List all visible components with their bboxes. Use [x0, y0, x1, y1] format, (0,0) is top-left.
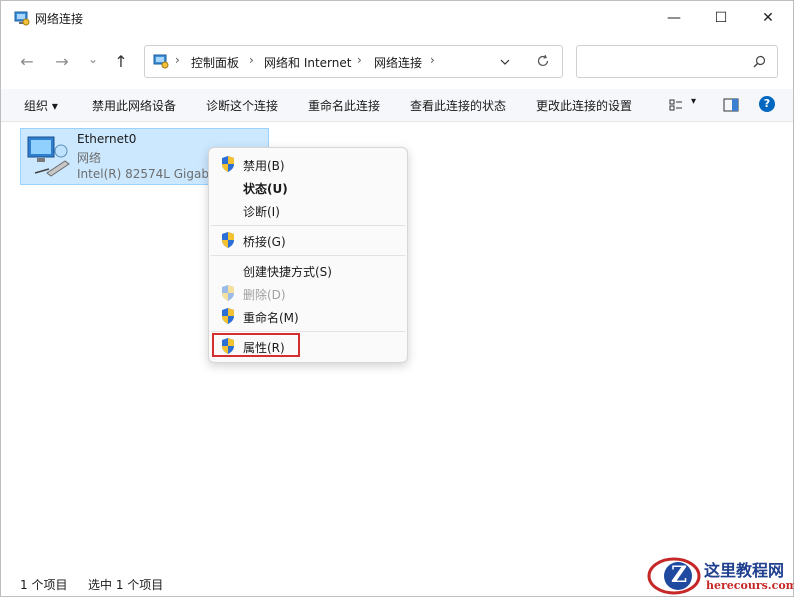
recent-locations-button[interactable]: ⌄ [81, 47, 105, 71]
context-menu: 禁用(B) 状态(U) 诊断(I) 桥接(G) 创建快捷方式(S) 删除(D) … [208, 147, 408, 363]
refresh-icon[interactable] [536, 54, 550, 68]
organize-menu[interactable]: 组织 ▾ [24, 97, 58, 114]
minimize-button[interactable]: — [651, 1, 697, 35]
diagnose-connection-button[interactable]: 诊断这个连接 [206, 97, 278, 114]
logo-letter: Z [670, 562, 688, 588]
preview-pane-icon[interactable] [723, 98, 739, 112]
network-connections-window: 网络连接 — ☐ ✕ ← → ⌄ ↑ › 控制面板 › 网络和 Internet… [0, 0, 794, 597]
connection-type: 网络 [77, 151, 102, 165]
menu-label: 禁用(B) [243, 159, 285, 173]
menu-item-create-shortcut[interactable]: 创建快捷方式(S) [209, 259, 407, 281]
search-input[interactable] [576, 45, 778, 78]
watermark-text: 这里教程网 [704, 561, 785, 580]
item-count: 1 个项目 [20, 578, 68, 592]
uac-shield-icon [222, 232, 234, 248]
title-bar[interactable]: 网络连接 — ☐ ✕ [1, 1, 793, 35]
search-icon [753, 55, 766, 68]
uac-shield-icon [222, 308, 234, 324]
help-icon[interactable]: ? [759, 96, 775, 112]
network-folder-icon [14, 11, 30, 26]
connection-adapter: Intel(R) 82574L Gigabit [77, 167, 218, 181]
menu-label: 删除(D) [243, 288, 286, 302]
window-title: 网络连接 [35, 12, 84, 26]
breadcrumb-network-connections[interactable]: 网络连接 [374, 54, 422, 71]
connection-name: Ethernet0 [77, 132, 137, 146]
forward-button[interactable]: → [50, 49, 74, 73]
menu-label: 重命名(M) [243, 311, 299, 325]
breadcrumb-separator: › [357, 53, 362, 67]
menu-label: 状态(U) [243, 182, 288, 196]
address-bar[interactable]: › 控制面板 › 网络和 Internet › 网络连接 › [144, 45, 563, 78]
watermark-url: herecours.com [706, 579, 794, 592]
view-dropdown[interactable]: ▾ [691, 96, 696, 107]
breadcrumb-separator: › [249, 53, 254, 67]
address-dropdown-icon[interactable] [499, 56, 511, 68]
view-options-icon[interactable] [669, 98, 683, 112]
close-button[interactable]: ✕ [745, 1, 791, 35]
menu-item-delete: 删除(D) [209, 282, 407, 304]
command-toolbar: 组织 ▾ 禁用此网络设备 诊断这个连接 重命名此连接 查看此连接的状态 更改此连… [1, 89, 793, 122]
back-button[interactable]: ← [15, 49, 39, 73]
menu-item-status[interactable]: 状态(U) [209, 176, 407, 198]
disable-device-button[interactable]: 禁用此网络设备 [92, 97, 176, 114]
maximize-button[interactable]: ☐ [698, 1, 744, 35]
up-button[interactable]: ↑ [109, 49, 133, 73]
network-adapter-icon [27, 136, 70, 177]
menu-item-disable[interactable]: 禁用(B) [209, 153, 407, 175]
breadcrumb-separator: › [430, 53, 435, 67]
menu-item-rename[interactable]: 重命名(M) [209, 305, 407, 327]
selected-count: 选中 1 个项目 [88, 578, 164, 592]
view-status-button[interactable]: 查看此连接的状态 [410, 97, 506, 114]
rename-connection-button[interactable]: 重命名此连接 [308, 97, 380, 114]
menu-separator [211, 331, 405, 332]
menu-separator [211, 225, 405, 226]
properties-highlight-box [212, 333, 300, 357]
menu-label: 诊断(I) [243, 205, 280, 219]
control-panel-icon [153, 54, 169, 69]
breadcrumb-separator: › [175, 53, 180, 67]
watermark-logo: Z 这里教程网 herecours.com [646, 554, 794, 597]
breadcrumb-control-panel[interactable]: 控制面板 [191, 54, 239, 71]
breadcrumb-network-internet[interactable]: 网络和 Internet [264, 54, 351, 71]
menu-item-bridge[interactable]: 桥接(G) [209, 229, 407, 251]
uac-shield-icon [222, 156, 234, 172]
menu-separator [211, 255, 405, 256]
change-settings-button[interactable]: 更改此连接的设置 [536, 97, 632, 114]
uac-shield-icon [222, 285, 234, 301]
menu-label: 创建快捷方式(S) [243, 265, 332, 279]
menu-item-diagnose[interactable]: 诊断(I) [209, 199, 407, 221]
menu-label: 桥接(G) [243, 235, 286, 249]
